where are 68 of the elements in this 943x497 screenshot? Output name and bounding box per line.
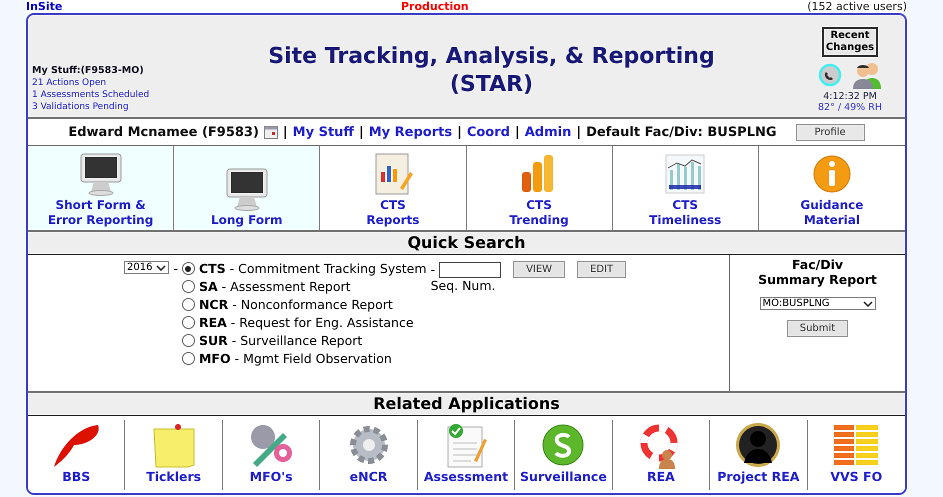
section-heading: Quick Search (28, 231, 905, 255)
radio-button[interactable] (182, 280, 195, 293)
status-link[interactable]: 3 Validations Pending (32, 101, 188, 113)
nav-link[interactable]: My Reports (368, 124, 452, 140)
nav-link[interactable]: My Stuff (292, 124, 354, 140)
app-link[interactable]: Assessment (424, 469, 508, 484)
app-link[interactable]: MFO's (250, 469, 293, 484)
app-link[interactable]: VVS FO (830, 469, 882, 484)
radio-button[interactable] (182, 298, 195, 311)
nav-link[interactable]: Admin (524, 124, 572, 140)
monitor-icon (224, 167, 270, 211)
search-action-button[interactable]: VIEW (513, 261, 566, 278)
report-type-label: SA - Assessment Report (198, 279, 351, 294)
calendar-icon[interactable] (264, 126, 278, 138)
phone-icon[interactable] (818, 63, 842, 87)
monitor-icon (78, 152, 124, 196)
app-link[interactable]: eNCR (350, 469, 388, 484)
my-stuff-heading: My Stuff:(F9583-MO) (32, 65, 145, 77)
report-type-label: REA - Request for Eng. Assistance (198, 315, 414, 330)
recent-changes-button[interactable]: Recent Changes (822, 27, 878, 57)
status-link[interactable]: 1 Assessments Scheduled (32, 89, 188, 101)
caret-icon (862, 300, 872, 306)
separator: | (282, 124, 288, 140)
nav-tile[interactable]: CTS Trending (466, 146, 613, 230)
search-action-button[interactable]: EDIT (577, 261, 626, 278)
submit-button[interactable]: Submit (786, 320, 848, 337)
status-link[interactable]: 21 Actions Open (32, 77, 188, 89)
app-link[interactable]: Ticklers (146, 469, 202, 484)
weather-reading: 82° / 49% RH (818, 102, 882, 113)
page-title: (STAR) (450, 71, 534, 99)
fac-div-select[interactable]: MO:BUSPLNG (760, 297, 876, 310)
separator: | (457, 124, 462, 140)
nav-tile[interactable]: Long Form (174, 146, 320, 230)
caret-icon (156, 264, 166, 270)
summary-report-heading: Fac/Div Summary Report (758, 257, 877, 287)
report-type-label: MFO - Mgmt Field Observation (198, 351, 392, 366)
app-link[interactable]: REA (646, 469, 675, 484)
clock-time: 4:12:32 PM (823, 91, 877, 102)
report-type-label: CTS - Commitment Tracking System (198, 261, 427, 276)
radio-button[interactable] (182, 262, 195, 275)
app-link[interactable]: Project REA (717, 469, 800, 484)
separator: | (514, 124, 520, 140)
nav-tile[interactable]: CTS Timeliness (612, 146, 759, 230)
default-fac-div: Default Fac/Div: BUSPLNG (586, 124, 777, 140)
radio-button[interactable] (182, 352, 195, 365)
dash: - (173, 261, 178, 276)
report-type-label: SUR - Surveillance Report (198, 333, 362, 348)
nav-link[interactable]: Coord (466, 124, 510, 140)
seq-num-field[interactable] (439, 262, 502, 278)
radio-button[interactable] (182, 334, 195, 347)
page-title: Site Tracking, Analysis, & Reporting (268, 43, 715, 71)
seq-num-label: Seq. Num. (430, 278, 496, 293)
app-link[interactable]: Surveillance (520, 469, 607, 484)
dash: - (430, 262, 436, 277)
active-users-count: (152 active users) (807, 0, 907, 13)
year-select[interactable]: 2016 (124, 261, 170, 274)
section-heading: Related Applications (28, 392, 905, 416)
nav-tile[interactable]: Short Form & Error Reporting (28, 146, 174, 230)
site-link[interactable]: InSite (26, 0, 62, 13)
environment-label: Production (400, 0, 469, 13)
radio-button[interactable] (182, 316, 195, 329)
profile-button[interactable]: Profile (796, 124, 865, 140)
users-icon[interactable] (852, 61, 882, 89)
separator: | (358, 124, 364, 140)
user-name: Edward Mcnamee (F9583) (68, 124, 259, 140)
separator: | (576, 124, 582, 140)
report-type-label: NCR - Nonconformance Report (198, 297, 393, 312)
app-link[interactable]: BBS (62, 469, 90, 484)
